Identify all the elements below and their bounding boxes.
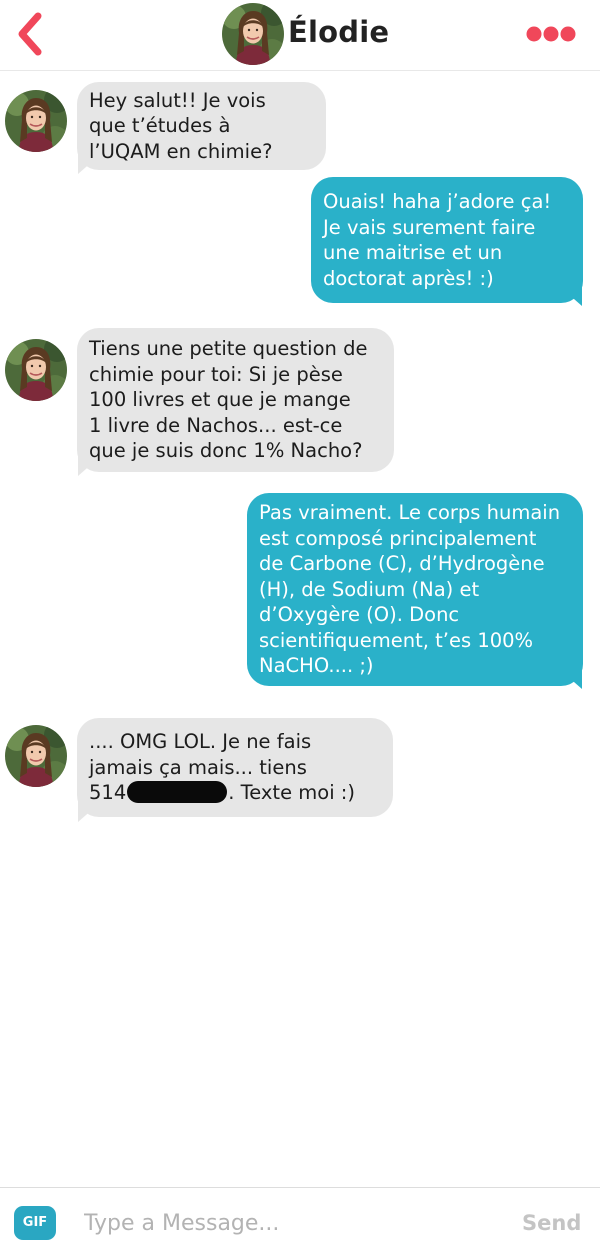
message-text: Tiens une petite question de chimie pour… [89,337,368,463]
send-button[interactable]: Send [522,1208,581,1238]
chevron-left-icon [18,12,42,56]
message-text: Pas vraiment. Le corps humain est compos… [259,501,561,678]
chat-header: Élodie [0,0,600,71]
sender-avatar[interactable] [5,339,67,401]
more-dots-icon [526,26,576,42]
message-text: Ouais! haha j’adore ça! Je vais surement… [323,190,552,290]
message-bubble-outgoing: Ouais! haha j’adore ça! Je vais surement… [311,177,583,303]
message-line-end: . Texte moi :) [228,781,355,805]
message-composer: GIF Send [0,1187,600,1257]
sender-avatar[interactable] [5,725,67,787]
more-options-button[interactable] [524,18,580,50]
message-bubble-outgoing: Pas vraiment. Le corps humain est compos… [247,493,583,686]
message-bubble-incoming: Tiens une petite question de chimie pour… [77,328,394,472]
message-bubble-incoming: .... OMG LOL. Je ne fais jamais ça mais.… [77,718,393,817]
phone-prefix: 514 [89,781,127,805]
message-line: jamais ça mais... tiens [89,755,307,779]
bubble-tail [566,282,582,306]
gif-button[interactable]: GIF [14,1206,56,1240]
contact-name[interactable]: Élodie [288,10,389,54]
sender-avatar[interactable] [5,90,67,152]
message-line: .... OMG LOL. Je ne fais [89,730,312,754]
message-text: .... OMG LOL. Je ne fais jamais ça mais.… [89,729,355,806]
message-text: Hey salut!! Je vois que t’études à l’UQA… [89,88,273,163]
back-button[interactable] [8,8,52,60]
redacted-phone-number [127,781,228,804]
contact-avatar[interactable] [222,3,284,65]
message-input[interactable] [76,1204,512,1242]
bubble-tail [566,665,582,689]
message-bubble-incoming: Hey salut!! Je vois que t’études à l’UQA… [77,82,326,170]
